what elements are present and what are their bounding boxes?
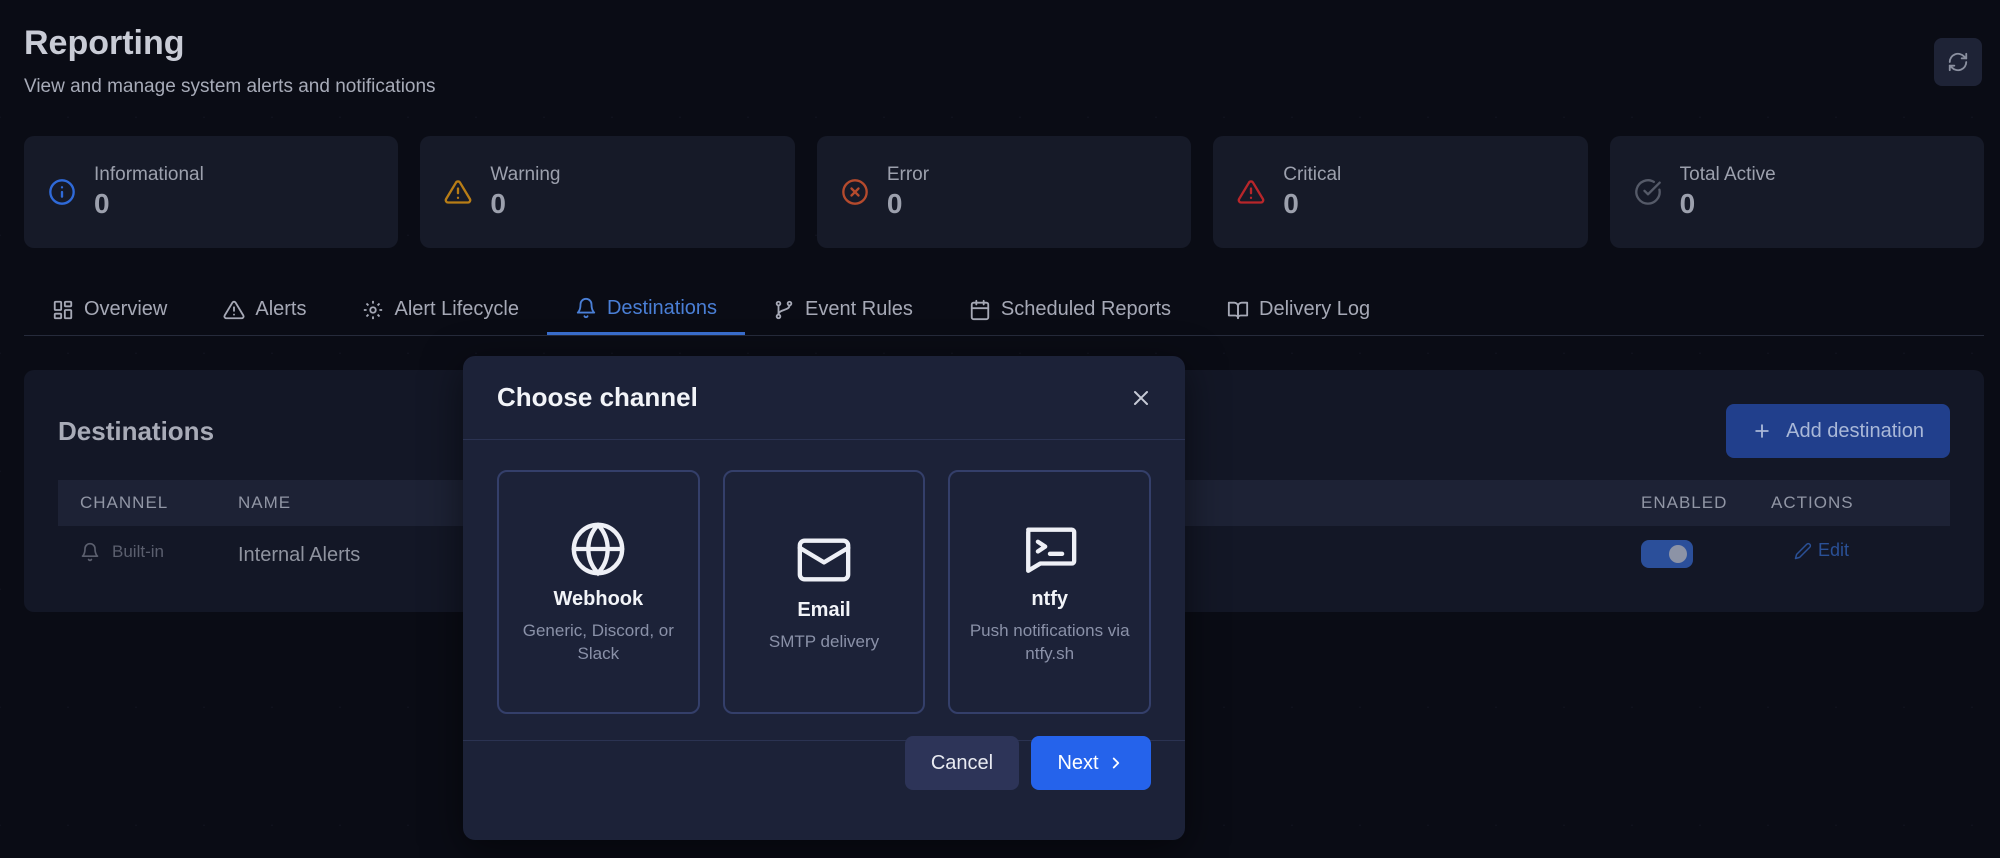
modal-title: Choose channel — [497, 382, 698, 412]
reporting-page: Reporting View and manage system alerts … — [0, 0, 2000, 858]
cancel-button[interactable]: Cancel — [905, 736, 1019, 790]
next-label: Next — [1057, 751, 1099, 774]
choose-channel-dialog: Choose channel Webhook Generic, Discord,… — [463, 356, 1185, 840]
channel-description: Generic, Discord, or Slack — [522, 620, 674, 663]
next-button[interactable]: Next — [1031, 736, 1151, 790]
close-icon — [1134, 391, 1148, 405]
terminal-icon — [1025, 526, 1077, 573]
mail-icon — [797, 538, 851, 582]
channel-name: ntfy — [1031, 587, 1069, 610]
channel-name: Email — [797, 599, 851, 621]
channel-description: Push notifications via ntfy.sh — [969, 620, 1130, 663]
channel-option-webhook[interactable]: Webhook Generic, Discord, or Slack — [497, 470, 700, 714]
channel-option-email[interactable]: Email SMTP delivery — [722, 470, 926, 714]
cancel-label: Cancel — [930, 751, 994, 774]
close-button[interactable] — [1127, 384, 1155, 412]
channel-name: Webhook — [553, 587, 644, 610]
modal-header: Choose channel — [463, 356, 1185, 440]
channel-description: SMTP delivery — [768, 632, 880, 651]
globe-icon — [571, 522, 625, 576]
chevron-right-icon — [1112, 757, 1119, 769]
channel-option-ntfy[interactable]: ntfy Push notifications via ntfy.sh — [948, 470, 1152, 714]
channel-options: Webhook Generic, Discord, or Slack Email… — [497, 470, 1152, 714]
